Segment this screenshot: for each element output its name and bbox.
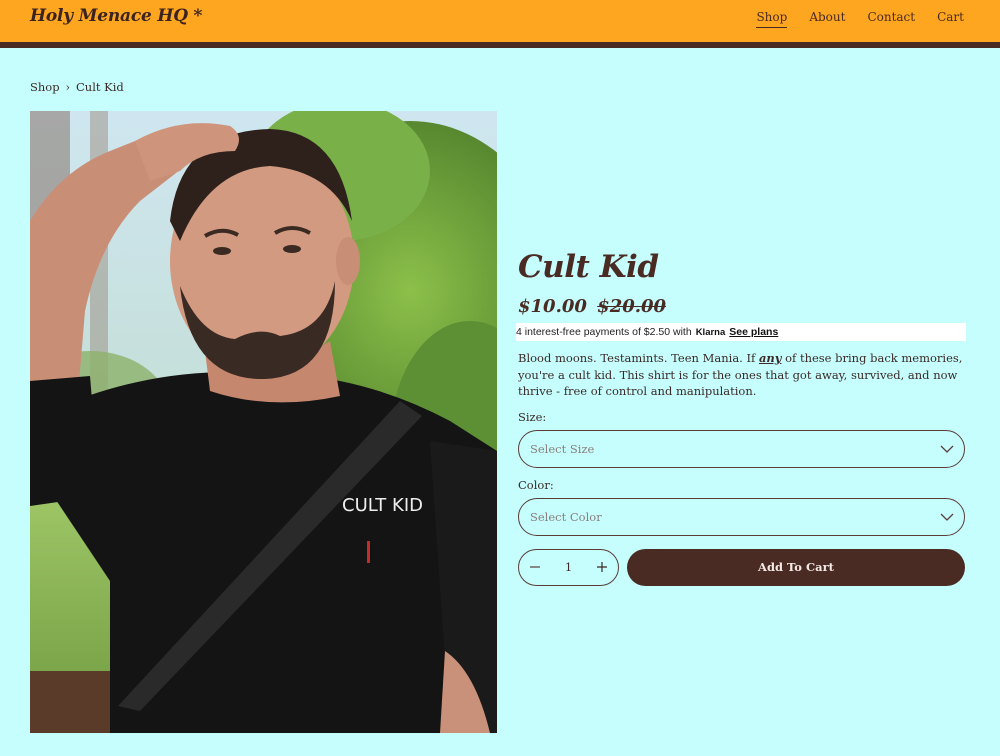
klarna-logo: Klarna: [695, 326, 726, 338]
klarna-banner: 4 interest-free payments of $2.50 with K…: [516, 323, 966, 342]
breadcrumb: Shop › Cult Kid: [30, 80, 124, 94]
site-header: Holy Menace HQ * Shop About Contact Cart: [0, 0, 1000, 42]
nav-contact[interactable]: Contact: [867, 10, 915, 28]
main-nav: Shop About Contact Cart: [756, 10, 964, 28]
nav-shop[interactable]: Shop: [756, 10, 788, 28]
product-description: Blood moons. Testamints. Teen Mania. If …: [518, 350, 965, 400]
header-stripe: [0, 42, 1000, 48]
site-logo[interactable]: Holy Menace HQ *: [30, 6, 202, 26]
size-select[interactable]: Select Size: [518, 429, 965, 468]
product-image: CULT KID: [30, 111, 497, 733]
decrease-quantity-button[interactable]: [528, 560, 542, 574]
chevron-down-icon: [940, 513, 954, 521]
description-text-1: Blood moons. Testamints. Teen Mania. If: [518, 351, 759, 366]
klarna-text: 4 interest-free payments of $2.50 with: [516, 326, 692, 339]
size-placeholder: Select Size: [530, 441, 595, 456]
color-select[interactable]: Select Color: [518, 497, 965, 536]
increase-quantity-button[interactable]: [595, 560, 609, 574]
color-placeholder: Select Color: [530, 509, 602, 524]
color-label: Color:: [518, 477, 554, 492]
shirt-print: CULT KID: [342, 495, 423, 516]
description-emphasis: any: [758, 351, 782, 366]
quantity-stepper: 1: [518, 548, 619, 586]
product-title: Cult Kid: [518, 249, 659, 285]
klarna-see-plans-link[interactable]: See plans: [729, 326, 778, 338]
quantity-value[interactable]: 1: [565, 560, 572, 574]
price-block: $10.00 $20.00: [518, 296, 965, 317]
breadcrumb-separator: ›: [65, 80, 70, 94]
compare-price: $20.00: [597, 296, 667, 318]
cart-row: 1 Add To Cart: [518, 548, 965, 586]
nav-about[interactable]: About: [809, 10, 845, 28]
add-to-cart-button[interactable]: Add To Cart: [627, 548, 965, 586]
product-details: Cult Kid $10.00 $20.00 4 interest-free p…: [516, 249, 966, 586]
minus-icon: [530, 566, 540, 568]
breadcrumb-shop[interactable]: Shop: [30, 80, 60, 94]
nav-cart[interactable]: Cart: [937, 10, 964, 28]
chevron-down-icon: [940, 445, 954, 453]
sale-price: $10.00: [518, 296, 587, 318]
breadcrumb-current: Cult Kid: [75, 80, 124, 94]
size-label: Size:: [518, 409, 547, 424]
plus-icon: [596, 562, 607, 573]
